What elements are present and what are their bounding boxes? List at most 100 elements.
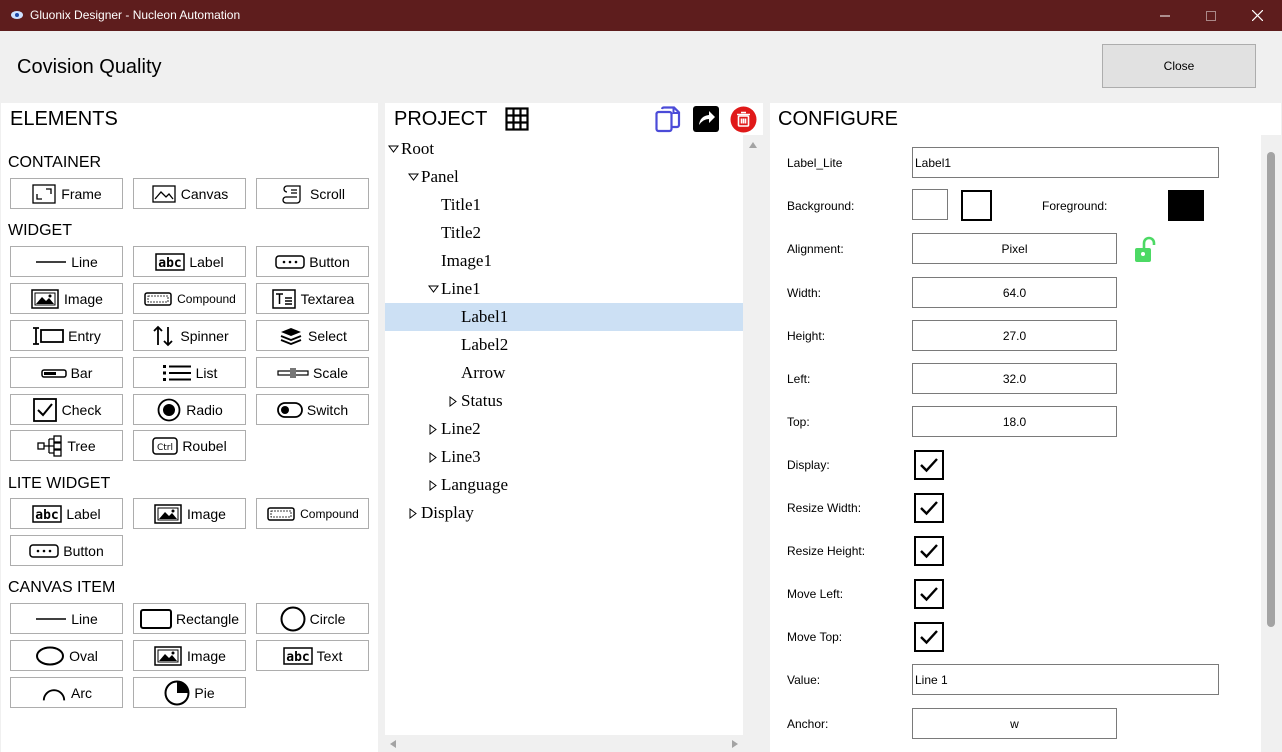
- lite-compound-button[interactable]: Compound: [256, 498, 369, 529]
- scroll-left-icon[interactable]: [390, 740, 396, 748]
- tree-node[interactable]: Line3: [385, 443, 743, 471]
- tree-node[interactable]: Language: [385, 471, 743, 499]
- widget-label-button[interactable]: abc Label: [133, 246, 246, 277]
- widget-textarea-button[interactable]: Textarea: [256, 283, 369, 314]
- tree-node[interactable]: Panel: [385, 163, 743, 191]
- widget-bar-button[interactable]: Bar: [10, 357, 123, 388]
- widget-image-button[interactable]: Image: [10, 283, 123, 314]
- canvas-pie-button[interactable]: Pie: [133, 677, 246, 708]
- lite-button-button[interactable]: Button: [10, 535, 123, 566]
- resize-height-checkbox[interactable]: [914, 536, 944, 566]
- maximize-button[interactable]: [1188, 0, 1234, 31]
- foreground-color-swatch[interactable]: [1168, 190, 1204, 221]
- copy-icon[interactable]: [655, 106, 681, 133]
- height-input[interactable]: [912, 320, 1117, 351]
- container-scroll-button[interactable]: Scroll: [256, 178, 369, 209]
- tree-node[interactable]: Image1: [385, 247, 743, 275]
- configure-vertical-scrollbar[interactable]: [1261, 135, 1281, 752]
- collapse-arrow-icon[interactable]: [427, 423, 439, 435]
- button-label: Textarea: [300, 290, 355, 307]
- canvas-text-button[interactable]: abc Text: [256, 640, 369, 671]
- container-canvas-button[interactable]: Canvas: [133, 178, 246, 209]
- tree-node[interactable]: Line1: [385, 275, 743, 303]
- container-frame-button[interactable]: Frame: [10, 178, 123, 209]
- widget-select-button[interactable]: Select: [256, 320, 369, 351]
- background-transparent-toggle[interactable]: [961, 190, 992, 221]
- tree-node[interactable]: Status: [385, 387, 743, 415]
- scrollbar-thumb[interactable]: [1267, 152, 1275, 627]
- bar-icon: [40, 362, 67, 384]
- canvas-line-button[interactable]: Line: [10, 603, 123, 634]
- tree-node[interactable]: Root: [385, 135, 743, 163]
- checkmark-icon: [920, 458, 938, 473]
- top-input[interactable]: [912, 406, 1117, 437]
- collapse-arrow-icon[interactable]: [407, 507, 419, 519]
- collapse-arrow-icon[interactable]: [447, 395, 459, 407]
- label-lite-label: Label_Lite: [787, 156, 843, 170]
- tree-node[interactable]: Line2: [385, 415, 743, 443]
- tree-node[interactable]: Display: [385, 499, 743, 527]
- widget-button-button[interactable]: Button: [256, 246, 369, 277]
- button-label: Radio: [186, 401, 223, 418]
- widget-tree-button[interactable]: Tree: [10, 430, 123, 461]
- canvas-rectangle-button[interactable]: Rectangle: [133, 603, 246, 634]
- lite-image-button[interactable]: Image: [133, 498, 246, 529]
- widget-entry-button[interactable]: Entry: [10, 320, 123, 351]
- tree-node[interactable]: Title1: [385, 191, 743, 219]
- canvas-item-section-title: CANVAS ITEM: [8, 579, 116, 596]
- project-tree[interactable]: Root Panel Title1 Title2 Image1 Line1 Label1 La…: [385, 135, 743, 735]
- grid-icon[interactable]: [505, 107, 529, 131]
- window-close-button[interactable]: [1234, 0, 1280, 31]
- collapse-arrow-icon[interactable]: [427, 451, 439, 463]
- display-checkbox[interactable]: [914, 450, 944, 480]
- tree-node[interactable]: Title2: [385, 219, 743, 247]
- minimize-button[interactable]: [1142, 0, 1188, 31]
- unlock-icon[interactable]: [1134, 236, 1156, 263]
- widget-list-button[interactable]: List: [133, 357, 246, 388]
- expand-arrow-icon[interactable]: [407, 173, 419, 181]
- list-icon: [162, 362, 192, 384]
- elements-panel: ELEMENTS CONTAINER Frame Canvas Scroll W…: [1, 103, 378, 752]
- widget-line-button[interactable]: Line: [10, 246, 123, 277]
- background-color-swatch[interactable]: [912, 189, 948, 220]
- tree-node[interactable]: Label1: [385, 303, 743, 331]
- export-icon[interactable]: [693, 106, 719, 132]
- expand-arrow-icon[interactable]: [387, 145, 399, 153]
- anchor-input[interactable]: [912, 708, 1117, 739]
- widget-radio-button[interactable]: Radio: [133, 394, 246, 425]
- expand-arrow-icon[interactable]: [427, 285, 439, 293]
- button-label: Compound: [300, 506, 359, 521]
- width-input[interactable]: [912, 277, 1117, 308]
- move-top-checkbox[interactable]: [914, 622, 944, 652]
- widget-compound-button[interactable]: Compound: [133, 283, 246, 314]
- lite-label-button[interactable]: abc Label: [10, 498, 123, 529]
- delete-icon[interactable]: [730, 106, 757, 133]
- scroll-up-icon[interactable]: [749, 142, 757, 148]
- widget-scale-button[interactable]: Scale: [256, 357, 369, 388]
- project-vertical-scrollbar[interactable]: [743, 135, 763, 735]
- collapse-arrow-icon[interactable]: [427, 479, 439, 491]
- alignment-input[interactable]: [912, 233, 1117, 264]
- button-label: Button: [309, 253, 350, 270]
- canvas-circle-button[interactable]: Circle: [256, 603, 369, 634]
- label-lite-input[interactable]: [912, 147, 1219, 178]
- canvas-image-button[interactable]: Image: [133, 640, 246, 671]
- resize-width-checkbox[interactable]: [914, 493, 944, 523]
- left-input[interactable]: [912, 363, 1117, 394]
- canvas-arc-button[interactable]: Arc: [10, 677, 123, 708]
- widget-roubel-button[interactable]: Ctrl Roubel: [133, 430, 246, 461]
- tree-node[interactable]: Label2: [385, 331, 743, 359]
- move-left-checkbox[interactable]: [914, 579, 944, 609]
- scroll-right-icon[interactable]: [732, 740, 738, 748]
- widget-switch-button[interactable]: Switch: [256, 394, 369, 425]
- canvas-oval-button[interactable]: Oval: [10, 640, 123, 671]
- value-input[interactable]: [912, 664, 1219, 695]
- button-label: Scale: [312, 364, 349, 381]
- widget-spinner-button[interactable]: Spinner: [133, 320, 246, 351]
- tree-node[interactable]: Arrow: [385, 359, 743, 387]
- app-logo-icon: [11, 11, 23, 19]
- close-button[interactable]: Close: [1102, 44, 1256, 88]
- widget-check-button[interactable]: Check: [10, 394, 123, 425]
- tree-node-label: Label1: [461, 307, 509, 326]
- project-horizontal-scrollbar[interactable]: [385, 735, 743, 752]
